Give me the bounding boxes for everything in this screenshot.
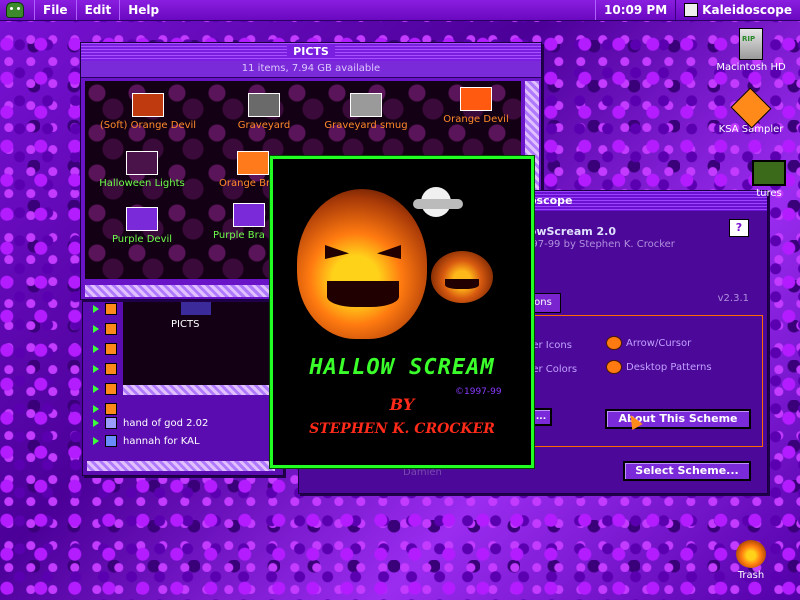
file-label: Graveyard xyxy=(237,120,291,131)
menu-file[interactable]: File xyxy=(34,0,76,20)
file-label: Purple Devil xyxy=(111,234,173,245)
folder-list-window[interactable]: PICTS hand of god 2.02 hannah for KAL xyxy=(82,296,284,476)
list-item-label: hannah for KAL xyxy=(123,435,200,447)
picture-thumbnail xyxy=(248,93,280,117)
apple-menu-icon[interactable] xyxy=(6,2,24,18)
menu-help[interactable]: Help xyxy=(119,0,167,20)
pumpkin-eye xyxy=(377,245,401,259)
picture-file-icon[interactable]: Graveyard xyxy=(209,93,319,131)
desktop-icon-macintosh-hd[interactable]: Macintosh HD xyxy=(706,28,796,73)
picts-preview-area: PICTS xyxy=(123,297,279,391)
option-desktop-patterns[interactable]: Desktop Patterns xyxy=(606,360,712,374)
desktop-icon-trash[interactable]: Trash xyxy=(706,540,796,581)
horizontal-scrollbar[interactable] xyxy=(123,385,279,395)
list-row[interactable] xyxy=(93,381,117,397)
hallowscream-splash: HALLOW SCREAM ©1997-99 BY STEPHEN K. CRO… xyxy=(270,156,534,468)
file-label: Orange Bra xyxy=(219,178,277,189)
list-item-damien: Damien xyxy=(403,467,442,478)
pumpkin-mouth xyxy=(445,279,479,289)
desktop-icon-label: Macintosh HD xyxy=(716,62,786,73)
pumpkin-mouth xyxy=(327,281,399,307)
horizontal-scrollbar[interactable] xyxy=(87,461,275,471)
file-icon xyxy=(105,323,117,335)
small-pumpkin-image xyxy=(431,251,493,303)
pumpkin-trash-icon xyxy=(736,540,766,568)
help-button[interactable]: ? xyxy=(729,219,749,237)
disclosure-triangle-icon[interactable] xyxy=(93,305,99,313)
list-row[interactable]: hand of god 2.02 xyxy=(93,415,208,431)
picts-titlebar[interactable]: PICTS xyxy=(81,43,541,61)
menubar-clock[interactable]: 10:09 PM xyxy=(595,0,677,20)
list-row[interactable] xyxy=(93,301,117,317)
picture-file-icon[interactable]: Purple Devil xyxy=(87,207,197,245)
file-label: Purple Bra xyxy=(213,230,265,241)
document-icon xyxy=(105,417,117,429)
list-row[interactable] xyxy=(93,341,117,357)
file-icon xyxy=(105,403,117,415)
pumpkin-checkbox-icon[interactable] xyxy=(606,360,622,374)
picture-thumbnail xyxy=(350,93,382,117)
file-label: Halloween Lights xyxy=(99,178,185,189)
file-label: Orange Devil xyxy=(443,114,509,125)
application-icon xyxy=(684,3,699,17)
menu-edit[interactable]: Edit xyxy=(75,0,120,20)
picts-folder-icon[interactable] xyxy=(181,301,211,315)
file-label: (Soft) Orange Devil xyxy=(99,120,197,131)
picture-file-icon[interactable]: (Soft) Orange Devil xyxy=(93,93,203,131)
splash-title: HALLOW SCREAM xyxy=(309,355,495,380)
pumpkin-checkbox-icon[interactable] xyxy=(606,336,622,350)
picts-label: PICTS xyxy=(171,319,200,330)
window-title: PICTS xyxy=(287,45,335,58)
big-pumpkin-image xyxy=(297,189,427,339)
list-item-label: hand of god 2.02 xyxy=(123,417,209,429)
disclosure-triangle-icon[interactable] xyxy=(93,437,99,445)
cloud-image xyxy=(413,199,463,209)
file-icon xyxy=(105,343,117,355)
picture-thumbnail xyxy=(126,207,158,231)
active-app-name: Kaleidoscope xyxy=(702,3,792,17)
list-row[interactable] xyxy=(93,361,117,377)
splash-by: BY xyxy=(389,395,415,414)
desktop-icon-ksa-sampler[interactable]: KSA Sampler xyxy=(706,87,796,135)
option-label: Arrow/Cursor xyxy=(626,337,692,349)
desktop-icon-label: tures xyxy=(756,188,782,199)
picture-file-icon[interactable]: Orange Devil xyxy=(421,87,531,125)
list-row[interactable]: hannah for KAL xyxy=(93,433,200,449)
file-icon xyxy=(105,303,117,315)
sampler-icon xyxy=(730,87,772,129)
file-icon xyxy=(105,363,117,375)
desktop-icon-label: Trash xyxy=(737,570,765,581)
picture-thumbnail xyxy=(126,151,158,175)
scheme-copyright: 997-99 by Stephen K. Crocker xyxy=(525,239,675,250)
menu-bar: File Edit Help 10:09 PM Kaleidoscope xyxy=(0,0,800,21)
disclosure-triangle-icon[interactable] xyxy=(93,345,99,353)
file-icon xyxy=(105,383,117,395)
disclosure-triangle-icon[interactable] xyxy=(93,325,99,333)
hard-disk-icon xyxy=(739,28,763,60)
disclosure-triangle-icon[interactable] xyxy=(93,365,99,373)
picture-file-icon[interactable]: Halloween Lights xyxy=(87,151,197,189)
select-scheme-button[interactable]: Select Scheme... xyxy=(623,461,751,481)
option-arrow-cursor[interactable]: Arrow/Cursor xyxy=(606,336,691,350)
splash-author: STEPHEN K. CROCKER xyxy=(309,421,495,437)
option-label: Desktop Patterns xyxy=(626,361,712,373)
picture-thumbnail xyxy=(237,151,269,175)
list-row[interactable] xyxy=(93,321,117,337)
version-label: v2.3.1 xyxy=(717,293,749,304)
disclosure-triangle-icon[interactable] xyxy=(93,385,99,393)
disclosure-triangle-icon[interactable] xyxy=(93,405,99,413)
file-label: Graveyard smug xyxy=(324,120,408,131)
picture-thumbnail xyxy=(132,93,164,117)
folder-icon xyxy=(752,160,786,186)
window-info-bar: 11 items, 7.94 GB available xyxy=(81,61,541,78)
picture-thumbnail xyxy=(460,87,492,111)
application-menu[interactable]: Kaleidoscope xyxy=(676,0,800,20)
document-icon xyxy=(105,435,117,447)
pumpkin-eye xyxy=(325,245,349,259)
picture-thumbnail xyxy=(233,203,265,227)
scheme-name: lowScream 2.0 xyxy=(525,225,617,238)
desktop-icon-pictures-folder[interactable]: tures xyxy=(724,160,800,199)
picture-file-icon[interactable]: Graveyard smug xyxy=(311,93,421,131)
disclosure-triangle-icon[interactable] xyxy=(93,419,99,427)
